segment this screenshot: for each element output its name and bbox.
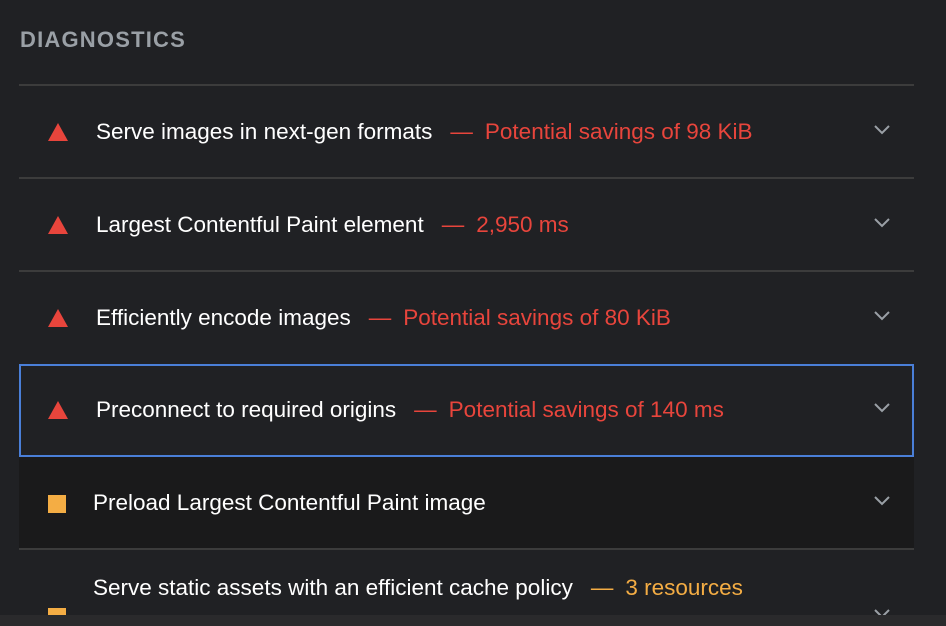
audit-dash: — [450, 119, 473, 144]
audit-row-preconnect[interactable]: Preconnect to required origins — Potential… [19, 364, 914, 457]
chevron-down-icon[interactable] [874, 403, 890, 417]
audit-row-preload-lcp[interactable]: Preload Largest Contentful Paint image [19, 457, 914, 548]
audit-text: Efficiently encode images — Potential savi… [96, 272, 671, 363]
audit-title: Serve images in next-gen formats [96, 119, 433, 144]
bottom-edge [0, 615, 946, 626]
audit-detail: Potential savings of 80 KiB [403, 305, 671, 330]
audit-title: Preconnect to required origins [96, 397, 397, 422]
chevron-down-icon[interactable] [874, 496, 890, 510]
audit-title: Efficiently encode images [96, 305, 351, 330]
audit-detail: 2,950 ms [476, 212, 569, 237]
audit-row-lcp-element[interactable]: Largest Contentful Paint element — 2,950 m… [19, 179, 914, 270]
fail-triangle-icon [48, 216, 68, 234]
audit-text: Largest Contentful Paint element — 2,950 m… [96, 179, 569, 270]
fail-triangle-icon [48, 123, 68, 141]
fail-triangle-icon [48, 401, 68, 419]
audit-title: Serve static assets with an efficient ca… [93, 575, 573, 600]
audit-text: Preload Largest Contentful Paint image [93, 457, 486, 548]
audit-detail: Potential savings of 98 KiB [484, 119, 753, 144]
section-title: DIAGNOSTICS [20, 27, 186, 52]
audit-text: Preconnect to required origins — Potential… [96, 366, 724, 457]
audit-row-next-gen-formats[interactable]: Serve images in next-gen formats — Potenti… [19, 86, 914, 177]
audit-title: Preload Largest Contentful Paint image [93, 490, 486, 515]
chevron-down-icon[interactable] [874, 218, 890, 232]
average-square-icon [48, 495, 66, 513]
diagnostics-panel: DIAGNOSTICS Serve images in next-gen for… [0, 0, 946, 626]
audit-title: Largest Contentful Paint element [96, 212, 424, 237]
audit-detail: Potential savings of 140 ms [448, 397, 724, 422]
chevron-down-icon[interactable] [874, 311, 890, 325]
audit-dash: — [590, 575, 614, 600]
fail-triangle-icon [48, 309, 68, 327]
chevron-down-icon[interactable] [874, 125, 890, 139]
audit-dash: — [368, 305, 392, 330]
audit-text: Serve images in next-gen formats — Potenti… [96, 86, 753, 177]
audit-dash: — [414, 397, 437, 422]
audit-detail: 3 resources [625, 575, 743, 600]
audit-dash: — [441, 212, 465, 237]
audit-row-encode-images[interactable]: Efficiently encode images — Potential savi… [19, 272, 914, 363]
